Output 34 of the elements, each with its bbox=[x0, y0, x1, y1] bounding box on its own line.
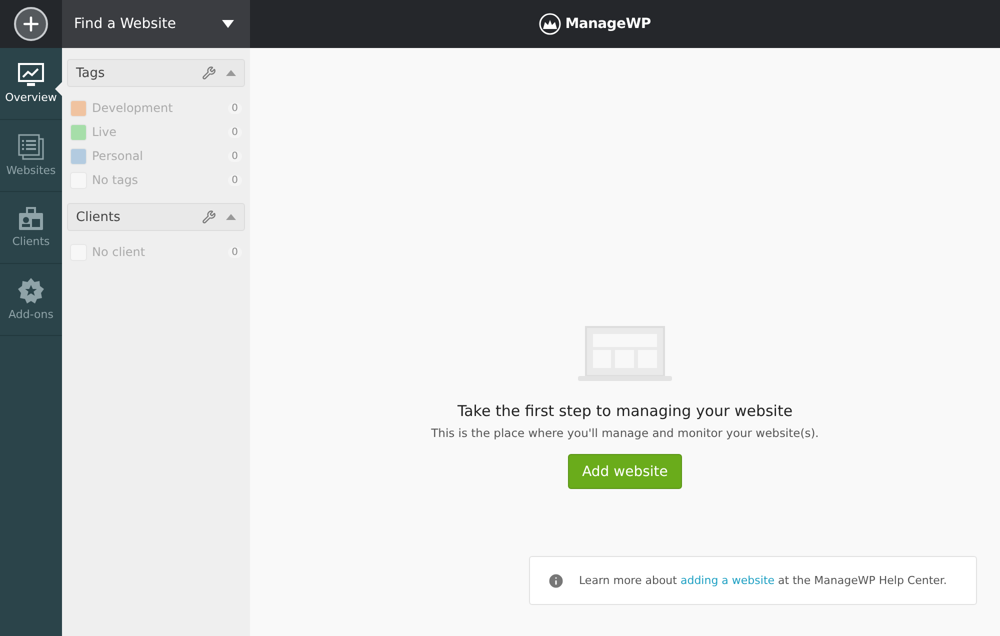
filter-label[interactable]: Development bbox=[92, 101, 223, 115]
id-badge-icon bbox=[18, 207, 44, 231]
logo-icon bbox=[539, 13, 562, 35]
add-website-button[interactable]: Add website bbox=[568, 454, 682, 489]
empty-state-heading: Take the first step to managing your website bbox=[457, 402, 793, 420]
filter-count: 0 bbox=[228, 246, 242, 258]
filter-count: 0 bbox=[228, 102, 242, 114]
help-text: Learn more about adding a website at the ManageWP Help Center. bbox=[579, 574, 947, 587]
tag-swatch[interactable] bbox=[70, 100, 87, 116]
section-title: Tags bbox=[76, 66, 106, 80]
list-icon bbox=[18, 134, 44, 160]
tag-swatch[interactable] bbox=[70, 148, 87, 164]
filter-count: 0 bbox=[228, 126, 242, 138]
filter-label[interactable]: Live bbox=[92, 125, 223, 139]
wrench-icon[interactable] bbox=[202, 66, 216, 80]
search-field[interactable]: Find a Website bbox=[62, 0, 250, 48]
wrench-icon[interactable] bbox=[202, 210, 216, 224]
filter-count: 0 bbox=[228, 150, 242, 162]
section-title: Clients bbox=[76, 210, 122, 224]
monitor-chart-icon bbox=[18, 63, 44, 87]
collapse-icon[interactable] bbox=[226, 70, 236, 76]
logo-text: ManageWP bbox=[565, 16, 651, 32]
filter-label[interactable]: Personal bbox=[92, 149, 223, 163]
collapse-icon[interactable] bbox=[226, 214, 236, 220]
help-link[interactable]: adding a website bbox=[680, 574, 775, 587]
add-button[interactable] bbox=[14, 7, 48, 41]
filter-label[interactable]: No client bbox=[92, 245, 223, 259]
caret-icon bbox=[222, 20, 234, 28]
empty-state-text: This is the place where you'll manage and monitor your website(s). bbox=[431, 426, 819, 440]
info-icon bbox=[547, 572, 565, 590]
filter-label[interactable]: No tags bbox=[92, 173, 223, 187]
star-badge-icon bbox=[18, 278, 44, 304]
filter-count: 0 bbox=[228, 174, 242, 186]
tag-swatch[interactable] bbox=[70, 124, 87, 140]
